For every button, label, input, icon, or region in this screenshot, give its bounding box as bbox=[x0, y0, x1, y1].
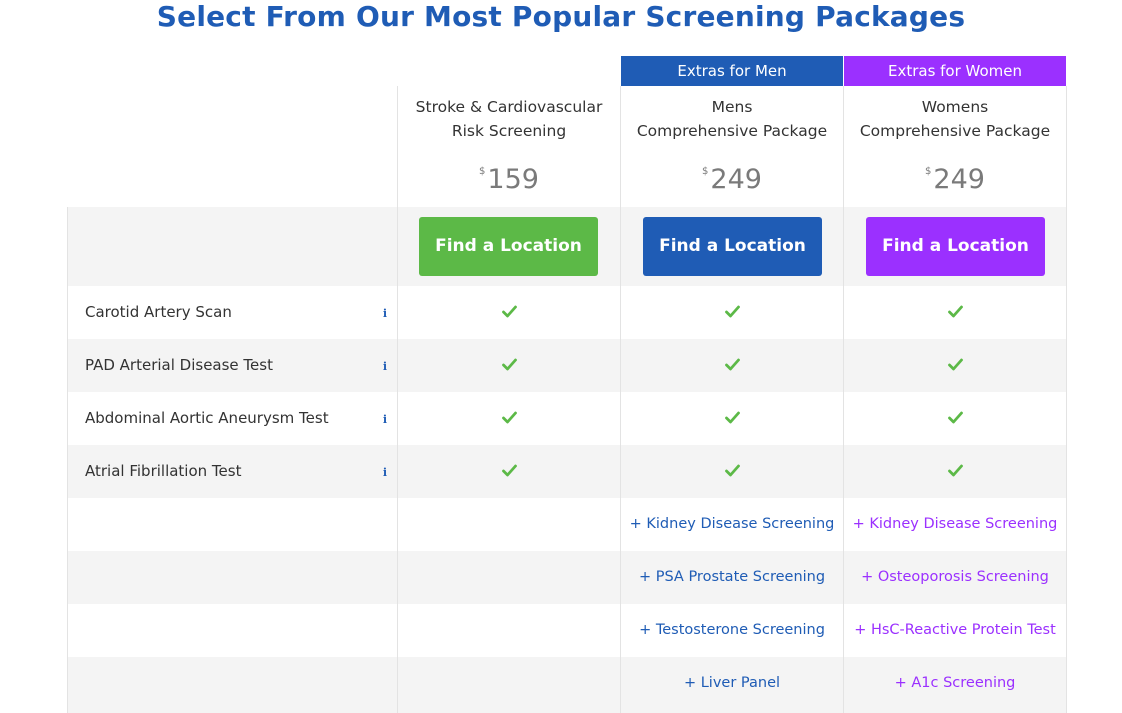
checkmark-icon bbox=[398, 339, 620, 392]
currency-symbol: $ bbox=[925, 166, 932, 177]
checkmark-icon bbox=[621, 392, 843, 445]
info-icon[interactable]: i bbox=[380, 392, 390, 445]
extras-for-men-tab: Extras for Men bbox=[621, 56, 843, 86]
checkmark-icon bbox=[398, 445, 620, 498]
checkmark-icon bbox=[844, 339, 1066, 392]
checkmark-icon bbox=[844, 392, 1066, 445]
extra-item-men: + PSA Prostate Screening bbox=[638, 569, 826, 585]
checkmark-icon bbox=[621, 339, 843, 392]
currency-symbol: $ bbox=[479, 166, 486, 177]
feature-label-afib: Atrial Fibrillation Test bbox=[85, 462, 242, 480]
info-icon[interactable]: i bbox=[380, 286, 390, 339]
extra-item-men: + Kidney Disease Screening bbox=[629, 516, 835, 532]
checkmark-icon bbox=[844, 286, 1066, 339]
feature-label-pad: PAD Arterial Disease Test bbox=[85, 356, 273, 374]
price-value: 249 bbox=[710, 164, 762, 195]
checkmark-icon bbox=[398, 286, 620, 339]
checkmark-icon bbox=[621, 445, 843, 498]
find-location-button-mens[interactable]: Find a Location bbox=[643, 217, 822, 276]
page-title: Select From Our Most Popular Screening P… bbox=[156, 0, 966, 33]
checkmark-icon bbox=[844, 445, 1066, 498]
package-name-mens: Mens Comprehensive Package bbox=[636, 98, 828, 140]
package-name-stroke: Stroke & Cardiovascular Risk Screening bbox=[415, 98, 603, 140]
package-name-womens: Womens Comprehensive Package bbox=[859, 98, 1051, 140]
extra-item-men: + Testosterone Screening bbox=[639, 622, 825, 638]
find-location-button-stroke[interactable]: Find a Location bbox=[419, 217, 598, 276]
checkmark-icon bbox=[621, 286, 843, 339]
extra-item-women: + Osteoporosis Screening bbox=[861, 569, 1049, 585]
currency-symbol: $ bbox=[702, 166, 709, 177]
info-icon[interactable]: i bbox=[380, 445, 390, 498]
extra-item-women: + HsC-Reactive Protein Test bbox=[854, 622, 1056, 638]
extra-item-women: + A1c Screening bbox=[894, 675, 1016, 691]
feature-label-carotid: Carotid Artery Scan bbox=[85, 303, 232, 321]
feature-label-aortic: Abdominal Aortic Aneurysm Test bbox=[85, 409, 329, 427]
info-icon[interactable]: i bbox=[380, 339, 390, 392]
extra-item-men: + Liver Panel bbox=[683, 675, 781, 691]
price-value: 159 bbox=[487, 164, 539, 195]
extras-for-women-tab: Extras for Women bbox=[844, 56, 1066, 86]
extra-item-women: + Kidney Disease Screening bbox=[852, 516, 1058, 532]
price-stroke: $159 bbox=[398, 162, 620, 198]
column-divider bbox=[67, 207, 68, 713]
find-location-button-womens[interactable]: Find a Location bbox=[866, 217, 1045, 276]
checkmark-icon bbox=[398, 392, 620, 445]
column-divider bbox=[1066, 86, 1067, 713]
price-value: 249 bbox=[933, 164, 985, 195]
price-womens: $249 bbox=[844, 162, 1066, 198]
price-mens: $249 bbox=[621, 162, 843, 198]
